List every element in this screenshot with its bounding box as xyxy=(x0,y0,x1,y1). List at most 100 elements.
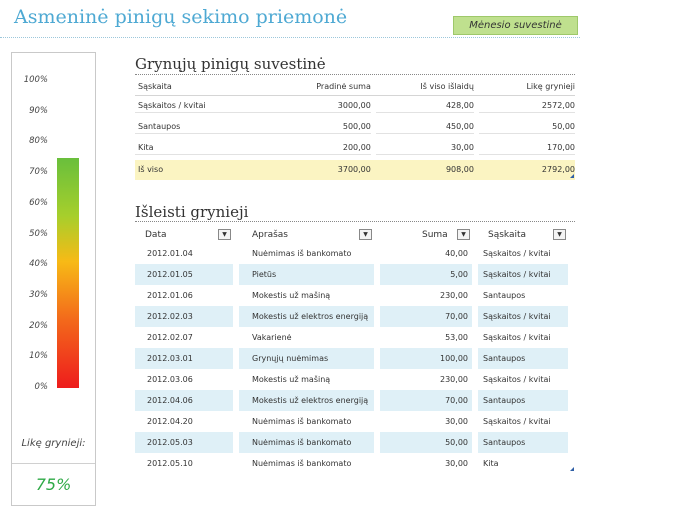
summary-header-row: Sąskaita Pradinė suma Iš viso išlaidų Li… xyxy=(135,78,575,96)
spent-cell[interactable]: 2012.05.10 xyxy=(135,453,233,474)
spent-cell[interactable]: Mokestis už elektros energiją xyxy=(239,390,374,411)
summary-cell[interactable]: Sąskaitos / kvitai xyxy=(135,100,238,113)
spent-cell[interactable]: Sąskaitos / kvitai xyxy=(478,306,568,327)
summary-cell[interactable]: 200,00 xyxy=(237,142,371,155)
gauge-tick-label: 50% xyxy=(29,228,48,239)
spent-cell[interactable]: 2012.02.07 xyxy=(135,327,233,348)
summary-total-row[interactable]: Iš viso 3700,00 908,00 2792,00 xyxy=(135,160,575,180)
summary-row[interactable]: Santaupos 500,00 450,00 50,00 xyxy=(135,117,576,138)
summary-cell[interactable]: 500,00 xyxy=(237,121,371,134)
spent-cell[interactable]: Sąskaitos / kvitai xyxy=(478,411,568,432)
table-row[interactable]: 2012.05.10 Nuėmimas iš bankomato 30,00 Kita xyxy=(135,453,575,474)
gauge-tick-label: 10% xyxy=(29,351,48,362)
spent-cell[interactable]: 40,00 xyxy=(380,243,472,264)
summary-header-spent: Iš viso išlaidų xyxy=(420,82,474,91)
spent-cell[interactable]: Santaupos xyxy=(478,285,568,306)
spent-cell[interactable]: Santaupos xyxy=(478,348,568,369)
spent-cell[interactable]: 70,00 xyxy=(380,306,472,327)
summary-cell[interactable]: 908,00 xyxy=(376,164,474,176)
spent-cell[interactable]: 230,00 xyxy=(380,369,472,390)
monthly-summary-button[interactable]: Mėnesio suvestinė xyxy=(453,16,578,35)
spent-cell[interactable]: Vakarienė xyxy=(239,327,374,348)
spent-cell[interactable]: Sąskaitos / kvitai xyxy=(478,369,568,390)
spent-cell[interactable]: Santaupos xyxy=(478,390,568,411)
spent-cell[interactable]: 100,00 xyxy=(380,348,472,369)
summary-cell[interactable]: 30,00 xyxy=(375,142,474,155)
summary-cell[interactable]: 2572,00 xyxy=(478,100,576,113)
spent-cell[interactable]: 2012.04.20 xyxy=(135,411,233,432)
spent-cell[interactable]: 2012.01.05 xyxy=(135,264,233,285)
table-row[interactable]: 2012.01.05 Pietūs 5,00 Sąskaitos / kvitai xyxy=(135,264,575,285)
table-row[interactable]: 2012.05.03 Nuėmimas iš bankomato 50,00 Sant… xyxy=(135,432,575,453)
summary-cell[interactable]: 50,00 xyxy=(478,121,576,134)
summary-row[interactable]: Kita 200,00 30,00 170,00 xyxy=(135,138,576,159)
table-resize-handle[interactable] xyxy=(570,174,574,178)
spent-cell[interactable]: Sąskaitos / kvitai xyxy=(478,243,568,264)
spent-cell[interactable]: Mokestis už elektros energiją xyxy=(239,306,374,327)
spent-cell[interactable]: Sąskaitos / kvitai xyxy=(478,327,568,348)
summary-cell[interactable]: Santaupos xyxy=(135,121,238,134)
summary-cell[interactable]: Kita xyxy=(135,142,238,155)
filter-dropdown-icon[interactable]: ▼ xyxy=(553,229,566,240)
spent-cell[interactable]: 30,00 xyxy=(380,411,472,432)
summary-cell[interactable]: 3000,00 xyxy=(237,100,371,113)
spent-cell[interactable]: Kita xyxy=(478,453,568,474)
filter-dropdown-icon[interactable]: ▼ xyxy=(218,229,231,240)
table-row[interactable]: 2012.03.06 Mokestis už mašiną 230,00 Sąskai… xyxy=(135,369,575,390)
summary-cell[interactable]: 2792,00 xyxy=(479,164,575,176)
summary-cell[interactable]: 3700,00 xyxy=(237,164,371,176)
remaining-divider xyxy=(12,463,95,464)
spent-cell[interactable]: 2012.05.03 xyxy=(135,432,233,453)
summary-cell[interactable]: 170,00 xyxy=(478,142,576,155)
spent-cell[interactable]: Santaupos xyxy=(478,432,568,453)
gauge-panel: 100% 90% 80% 70% 60% 50% 40% 30% 20% 10% 0% Likę g… xyxy=(11,52,96,506)
table-row[interactable]: 2012.01.06 Mokestis už mašiną 230,00 Santau… xyxy=(135,285,575,306)
spent-cell[interactable]: 2012.01.06 xyxy=(135,285,233,306)
spent-cell[interactable]: Grynųjų nuėmimas xyxy=(239,348,374,369)
spent-cell[interactable]: Nuėmimas iš bankomato xyxy=(239,432,374,453)
summary-cell[interactable]: 428,00 xyxy=(375,100,474,113)
spent-cell[interactable]: Sąskaitos / kvitai xyxy=(478,264,568,285)
spent-cell[interactable]: Nuėmimas iš bankomato xyxy=(239,453,374,474)
table-row[interactable]: 2012.04.06 Mokestis už elektros energiją 7… xyxy=(135,390,575,411)
gauge-tick-label: 90% xyxy=(29,105,48,116)
spent-cell[interactable]: 2012.02.03 xyxy=(135,306,233,327)
spent-cell[interactable]: 2012.04.06 xyxy=(135,390,233,411)
summary-cell[interactable]: 450,00 xyxy=(375,121,474,134)
spent-cell[interactable]: 230,00 xyxy=(380,285,472,306)
spent-cell[interactable]: Nuėmimas iš bankomato xyxy=(239,243,374,264)
gauge-fill xyxy=(57,157,79,388)
summary-table: Sąskaita Pradinė suma Iš viso išlaidų Li… xyxy=(135,78,576,180)
spent-cell[interactable]: 2012.03.06 xyxy=(135,369,233,390)
spent-cell[interactable]: 70,00 xyxy=(380,390,472,411)
spent-cell[interactable]: 5,00 xyxy=(380,264,472,285)
title-divider xyxy=(0,37,580,38)
spent-cell[interactable]: Pietūs xyxy=(239,264,374,285)
table-row[interactable]: 2012.04.20 Nuėmimas iš bankomato 30,00 Sąsk… xyxy=(135,411,575,432)
spent-cell[interactable]: 53,00 xyxy=(380,327,472,348)
table-row[interactable]: 2012.02.07 Vakarienė 53,00 Sąskaitos / kvit… xyxy=(135,327,575,348)
filter-dropdown-icon[interactable]: ▼ xyxy=(457,229,470,240)
table-resize-handle[interactable] xyxy=(570,467,574,471)
spent-header-description: Aprašas ▼ xyxy=(239,229,374,240)
spent-cell[interactable]: 30,00 xyxy=(380,453,472,474)
remaining-value: 75% xyxy=(35,475,72,494)
table-row[interactable]: 2012.03.01 Grynųjų nuėmimas 100,00 Santaupo… xyxy=(135,348,575,369)
spent-table: Data ▼ Aprašas ▼ Suma ▼ Sąskaita ▼ 2012.01.0… xyxy=(135,226,575,474)
spent-cell[interactable]: Mokestis už mašiną xyxy=(239,285,374,306)
spent-cell[interactable]: 50,00 xyxy=(380,432,472,453)
spent-cell[interactable]: Nuėmimas iš bankomato xyxy=(239,411,374,432)
spent-title: Išleisti grynieji xyxy=(135,203,249,221)
summary-header-initial: Pradinė suma xyxy=(316,82,371,91)
spent-cell[interactable]: 2012.01.04 xyxy=(135,243,233,264)
table-row[interactable]: 2012.02.03 Mokestis už elektros energiją 7… xyxy=(135,306,575,327)
table-row[interactable]: 2012.01.04 Nuėmimas iš bankomato 40,00 Sąsk… xyxy=(135,243,575,264)
gauge-track xyxy=(57,81,79,388)
summary-header-remaining: Likę grynieji xyxy=(526,82,576,91)
summary-cell[interactable]: Iš viso xyxy=(135,164,237,176)
spent-header-date: Data ▼ xyxy=(135,229,233,240)
spent-cell[interactable]: Mokestis už mašiną xyxy=(239,369,374,390)
filter-dropdown-icon[interactable]: ▼ xyxy=(359,229,372,240)
summary-row[interactable]: Sąskaitos / kvitai 3000,00 428,00 2572,00 xyxy=(135,96,576,117)
spent-cell[interactable]: 2012.03.01 xyxy=(135,348,233,369)
